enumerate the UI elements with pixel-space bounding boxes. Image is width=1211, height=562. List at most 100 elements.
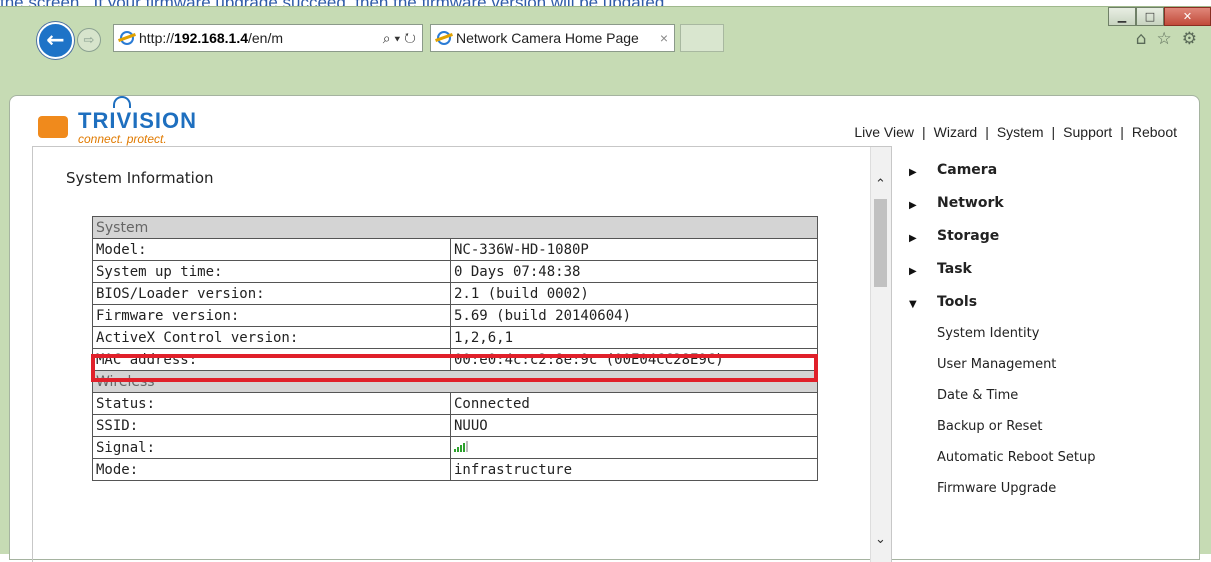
row-value: infrastructure <box>450 458 818 481</box>
tab-network-camera[interactable]: Network Camera Home Page × <box>430 24 675 52</box>
side-menu-task[interactable]: ▶ Task <box>903 259 1193 292</box>
nav-system[interactable]: System <box>997 124 1044 140</box>
caret-right-icon: ▶ <box>909 200 917 211</box>
system-info-panel: System Information System Model: NC-336W-H… <box>32 146 892 562</box>
side-menu-label: Tools <box>937 294 978 310</box>
row-label: Model: <box>92 238 451 261</box>
row-value: Connected <box>450 392 818 415</box>
side-menu-label: Camera <box>937 162 998 178</box>
section-label: Wireless <box>92 370 818 393</box>
table-section-header: System <box>92 216 818 239</box>
settings-gear-icon[interactable]: ⚙ <box>1182 29 1197 49</box>
tools-item-user-management[interactable]: User Management <box>903 356 1193 387</box>
tools-item-system-identity[interactable]: System Identity <box>903 325 1193 356</box>
side-menu-label: Network <box>937 195 1004 211</box>
side-menu-tools[interactable]: ▼ Tools <box>903 292 1193 325</box>
row-label: System up time: <box>92 260 451 283</box>
table-row: MAC address: 00:e0:4c:c2:8e:9c (00E04CC28… <box>92 348 818 371</box>
side-menu-label: Storage <box>937 228 1000 244</box>
minimize-button[interactable]: ▁ <box>1108 7 1136 26</box>
favorites-star-icon[interactable]: ☆ <box>1157 29 1172 49</box>
tools-item-date-time[interactable]: Date & Time <box>903 387 1193 418</box>
forward-button[interactable]: ⇨ <box>77 28 101 52</box>
side-menu: ▶ Camera ▶ Network ▶ Storage ▶ Task ▼ Tools Syste… <box>903 160 1193 511</box>
side-menu-camera[interactable]: ▶ Camera <box>903 160 1193 193</box>
tab-close-icon[interactable]: × <box>660 30 668 46</box>
web-page: TRIVISION connect. protect. Live View | … <box>9 95 1200 562</box>
table-row: Model: NC-336W-HD-1080P <box>92 238 818 261</box>
nav-separator: | <box>1120 124 1124 140</box>
row-value <box>450 436 818 459</box>
nav-reboot[interactable]: Reboot <box>1132 124 1177 140</box>
browser-toolbar-icons: ⌂ ☆ ⚙ <box>1136 29 1197 49</box>
window-controls: ▁ □ ✕ <box>1108 7 1211 27</box>
tools-item-backup-or-reset[interactable]: Backup or Reset <box>903 418 1193 449</box>
scroll-thumb[interactable] <box>874 199 887 287</box>
table-row: Status: Connected <box>92 392 818 415</box>
maximize-button[interactable]: □ <box>1136 7 1164 26</box>
row-label: BIOS/Loader version: <box>92 282 451 305</box>
row-value: 1,2,6,1 <box>450 326 818 349</box>
close-window-button[interactable]: ✕ <box>1164 7 1211 26</box>
brand-name: TRIVISION <box>78 108 198 133</box>
system-info-table: System Model: NC-336W-HD-1080P System up ti… <box>92 216 818 481</box>
brand-tagline: connect. protect. <box>78 132 167 146</box>
row-label: SSID: <box>92 414 451 437</box>
row-label: Signal: <box>92 436 451 459</box>
caret-down-icon: ▼ <box>909 299 917 310</box>
row-label: Status: <box>92 392 451 415</box>
side-menu-network[interactable]: ▶ Network <box>903 193 1193 226</box>
signal-strength-icon <box>454 440 468 452</box>
row-value: 0 Days 07:48:38 <box>450 260 818 283</box>
table-row: BIOS/Loader version: 2.1 (build 0002) <box>92 282 818 305</box>
tab-title: Network Camera Home Page <box>456 30 639 46</box>
vertical-scrollbar[interactable]: ⌃ ⌄ <box>870 147 891 562</box>
side-menu-label: Task <box>937 261 972 277</box>
nav-separator: | <box>985 124 989 140</box>
trivision-logo: TRIVISION connect. protect. <box>18 96 218 146</box>
row-label: ActiveX Control version: <box>92 326 451 349</box>
row-value: NC-336W-HD-1080P <box>450 238 818 261</box>
top-navigation: Live View | Wizard | System | Support | … <box>854 124 1177 140</box>
back-button[interactable]: ← <box>37 22 74 59</box>
nav-support[interactable]: Support <box>1063 124 1112 140</box>
table-row: ActiveX Control version: 1,2,6,1 <box>92 326 818 349</box>
nav-separator: | <box>921 124 926 140</box>
side-menu-storage[interactable]: ▶ Storage <box>903 226 1193 259</box>
wifi-logo-icon <box>113 96 131 108</box>
table-row: Mode: infrastructure <box>92 458 818 481</box>
scroll-down-icon[interactable]: ⌄ <box>875 532 886 547</box>
table-section-header: Wireless <box>92 370 818 393</box>
tools-item-automatic-reboot-setup[interactable]: Automatic Reboot Setup <box>903 449 1193 480</box>
caret-right-icon: ▶ <box>909 167 917 178</box>
tools-item-firmware-upgrade[interactable]: Firmware Upgrade <box>903 480 1193 511</box>
caret-right-icon: ▶ <box>909 233 917 244</box>
row-value: NUUO <box>450 414 818 437</box>
table-row: Firmware version: 5.69 (build 20140604) <box>92 304 818 327</box>
new-tab-button[interactable] <box>680 24 724 52</box>
nav-separator: | <box>1051 124 1056 140</box>
caret-right-icon: ▶ <box>909 266 917 277</box>
address-bar[interactable]: http://192.168.1.4/en/m ⌕ ▾ ↻ <box>113 24 423 52</box>
address-url[interactable]: http://192.168.1.4/en/m <box>139 30 383 46</box>
ie-icon <box>120 31 134 45</box>
ie-tab-icon <box>437 31 451 45</box>
table-row: System up time: 0 Days 07:48:38 <box>92 260 818 283</box>
scroll-up-icon[interactable]: ⌃ <box>875 177 886 192</box>
browser-window: ▁ □ ✕ ← ⇨ http://192.168.1.4/en/m ⌕ ▾ ↻ … <box>0 6 1211 562</box>
table-row: SSID: NUUO <box>92 414 818 437</box>
row-value: 2.1 (build 0002) <box>450 282 818 305</box>
nav-wizard[interactable]: Wizard <box>934 124 978 140</box>
row-value: 00:e0:4c:c2:8e:9c (00E04CC28E9C) <box>450 348 818 371</box>
home-icon[interactable]: ⌂ <box>1136 29 1147 49</box>
camera-logo-icon <box>38 116 68 138</box>
row-label: MAC address: <box>92 348 451 371</box>
page-title: System Information <box>66 169 214 187</box>
search-refresh-icon[interactable]: ⌕ ▾ ↻ <box>383 30 416 47</box>
row-value: 5.69 (build 20140604) <box>450 304 818 327</box>
section-label: System <box>92 216 818 239</box>
nav-live-view[interactable]: Live View <box>854 124 914 140</box>
row-label: Mode: <box>92 458 451 481</box>
row-label: Firmware version: <box>92 304 451 327</box>
table-row: Signal: <box>92 436 818 459</box>
